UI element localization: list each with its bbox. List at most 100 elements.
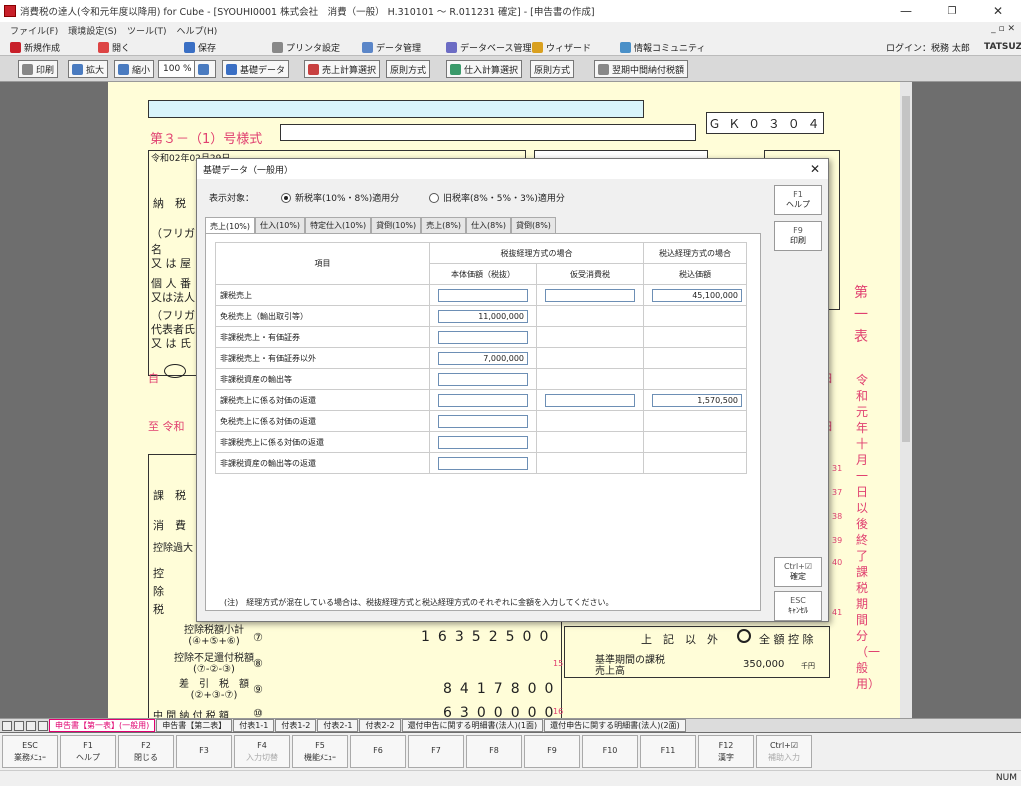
digit: 4 <box>459 681 477 697</box>
menu-help[interactable]: ヘルプ(H) <box>176 24 217 37</box>
fkey-f4[interactable]: F4 入力切替 <box>234 735 290 768</box>
form-header-field[interactable] <box>148 100 644 118</box>
fkey-f8[interactable]: F8 <box>466 735 522 768</box>
body-price-input[interactable] <box>438 288 528 302</box>
sheet-tab[interactable]: 付表2-1 <box>317 719 359 732</box>
printer-settings-button[interactable]: プリンタ設定 <box>272 39 340 55</box>
sheet-tab[interactable]: 申告書【第一表】(一般用) <box>49 719 156 732</box>
digits-row-9: 8417800 <box>443 681 561 697</box>
sheet-tab[interactable]: 付表2-2 <box>359 719 401 732</box>
dialog-print-button[interactable]: F9 印刷 <box>774 221 822 251</box>
maximize-button[interactable]: ❐ <box>929 0 975 22</box>
tab-nav-next-button[interactable] <box>26 720 36 731</box>
purchase-rule-button[interactable]: 原則方式 <box>530 60 575 78</box>
tab-purchase-8[interactable]: 仕入(8%) <box>466 217 511 233</box>
sheet-tab[interactable]: 付表1-2 <box>275 719 317 732</box>
digit: 2 <box>488 629 506 645</box>
radio-new-rate[interactable]: 新税率(10%・8%)適用分 <box>281 191 399 204</box>
table-row: 非課税資産の輸出等の返還 <box>215 452 747 474</box>
tab-nav-prev-button[interactable] <box>14 720 24 731</box>
body-price-input[interactable] <box>438 330 528 344</box>
print-button[interactable]: 印刷 <box>18 60 59 78</box>
body-price-input[interactable]: 7,000,000 <box>438 351 528 365</box>
scrollbar-thumb[interactable] <box>902 96 910 442</box>
sheet-tab[interactable]: 申告書【第二表】 <box>156 719 233 732</box>
purchase-calc-button[interactable]: 仕入計算選択 <box>446 60 523 78</box>
close-button[interactable]: ✕ <box>975 0 1021 22</box>
dialog-close-button[interactable]: ✕ <box>810 162 820 176</box>
tax-incl-price-input[interactable]: 45,100,000 <box>652 288 742 302</box>
database-management-button[interactable]: データベース管理 <box>446 39 532 55</box>
fkey-key: F9 <box>547 746 557 755</box>
tab-sales-8[interactable]: 売上(8%) <box>421 217 467 233</box>
tab-specific-purchase-10[interactable]: 特定仕入(10%) <box>305 217 372 233</box>
tab-nav-last-button[interactable] <box>38 720 48 731</box>
form-title-field[interactable] <box>280 124 696 141</box>
fkey-esc[interactable]: ESC 業務ﾒﾆｭｰ <box>2 735 58 768</box>
body-price-input[interactable] <box>438 435 528 449</box>
radio-old-rate[interactable]: 旧税率(8%・5%・3%)適用分 <box>429 191 565 204</box>
body-price-input[interactable] <box>438 372 528 386</box>
digit: 0 <box>527 681 545 697</box>
provisional-tax-input[interactable] <box>545 288 635 302</box>
sheet-tab[interactable]: 還付申告に関する明細書(法人)(1面) <box>401 719 544 732</box>
fkey-f9[interactable]: F9 <box>524 735 580 768</box>
zoom-out-button[interactable]: 縮小 <box>114 60 155 78</box>
tab-nav-first-button[interactable] <box>2 720 12 731</box>
row-cell <box>536 347 644 369</box>
interim-tax-button[interactable]: 翌期中間納付税額 <box>594 60 689 78</box>
dialog-cancel-button[interactable]: ESC ｷｬﾝｾﾙ <box>774 591 822 621</box>
fkey-key: F3 <box>199 746 209 755</box>
fkey-ctrl[interactable]: Ctrl+☑ 補助入力 <box>756 735 812 768</box>
community-button[interactable]: 情報コミュニティ <box>620 39 705 55</box>
menu-file[interactable]: ファイル(F) <box>10 24 58 37</box>
provisional-tax-input[interactable] <box>545 393 635 407</box>
data-management-button[interactable]: データ管理 <box>362 39 421 55</box>
zoom-value[interactable]: 100 % <box>158 60 197 78</box>
wizard-label: ウィザード <box>546 43 592 54</box>
fkey-f5[interactable]: F5 機能ﾒﾆｭｰ <box>292 735 348 768</box>
dialog-help-button[interactable]: F1 ヘルプ <box>774 185 822 215</box>
dialog-confirm-button[interactable]: Ctrl+☑ 確定 <box>774 557 822 587</box>
tab-purchase-10[interactable]: 仕入(10%) <box>255 217 306 233</box>
mdi-controls[interactable]: _ ▫ ✕ <box>991 24 1015 34</box>
sales-calc-button[interactable]: 売上計算選択 <box>304 60 381 78</box>
row-cell <box>643 326 747 348</box>
new-button[interactable]: 新規作成 <box>10 39 60 55</box>
fkey-f10[interactable]: F10 <box>582 735 638 768</box>
row-kojo4: 税 <box>153 603 164 616</box>
magnifier-icon <box>198 63 209 75</box>
open-button[interactable]: 開く <box>98 39 130 55</box>
tab-sales-10[interactable]: 売上(10%) <box>205 217 256 234</box>
tab-bad-debt-8[interactable]: 貸倒(8%) <box>511 217 556 233</box>
window-title: 消費税の達人(令和元年度以降用) for Cube - [SYOUHI0001 … <box>20 7 595 18</box>
body-price-input[interactable] <box>438 456 528 470</box>
tab-bad-debt-10[interactable]: 貸倒(10%) <box>371 217 422 233</box>
sales-rule-button[interactable]: 原則方式 <box>386 60 431 78</box>
sheet-tab[interactable]: 付表1-1 <box>233 719 275 732</box>
era-circle <box>164 364 186 378</box>
body-price-input[interactable] <box>438 414 528 428</box>
base-data-button[interactable]: 基礎データ <box>222 60 290 78</box>
sheet-tab[interactable]: 還付申告に関する明細書(法人)(2面) <box>544 719 686 732</box>
zoom-fit-button[interactable] <box>194 60 216 78</box>
fkey-f11[interactable]: F11 <box>640 735 696 768</box>
fkey-f12[interactable]: F12 漢字 <box>698 735 754 768</box>
fkey-f2[interactable]: F2 閉じる <box>118 735 174 768</box>
fkey-f1[interactable]: F1 ヘルプ <box>60 735 116 768</box>
body-price-input[interactable]: 11,000,000 <box>438 309 528 323</box>
tax-incl-price-input[interactable]: 1,570,500 <box>652 393 742 407</box>
fkey-f3[interactable]: F3 <box>176 735 232 768</box>
zoom-in-button[interactable]: 拡大 <box>68 60 109 78</box>
fkey-f6[interactable]: F6 <box>350 735 406 768</box>
minimize-button[interactable]: — <box>883 0 929 22</box>
body-price-input[interactable] <box>438 393 528 407</box>
dialog-title: 基礎データ（一般用） <box>197 159 828 179</box>
save-button[interactable]: 保存 <box>184 39 216 55</box>
cancel-label: ｷｬﾝｾﾙ <box>788 606 808 615</box>
fkey-f7[interactable]: F7 <box>408 735 464 768</box>
fkey-key: F7 <box>431 746 441 755</box>
menu-settings[interactable]: 環境設定(S) <box>68 24 117 37</box>
menu-tools[interactable]: ツール(T) <box>127 24 167 37</box>
wizard-button[interactable]: ウィザード <box>532 39 591 55</box>
